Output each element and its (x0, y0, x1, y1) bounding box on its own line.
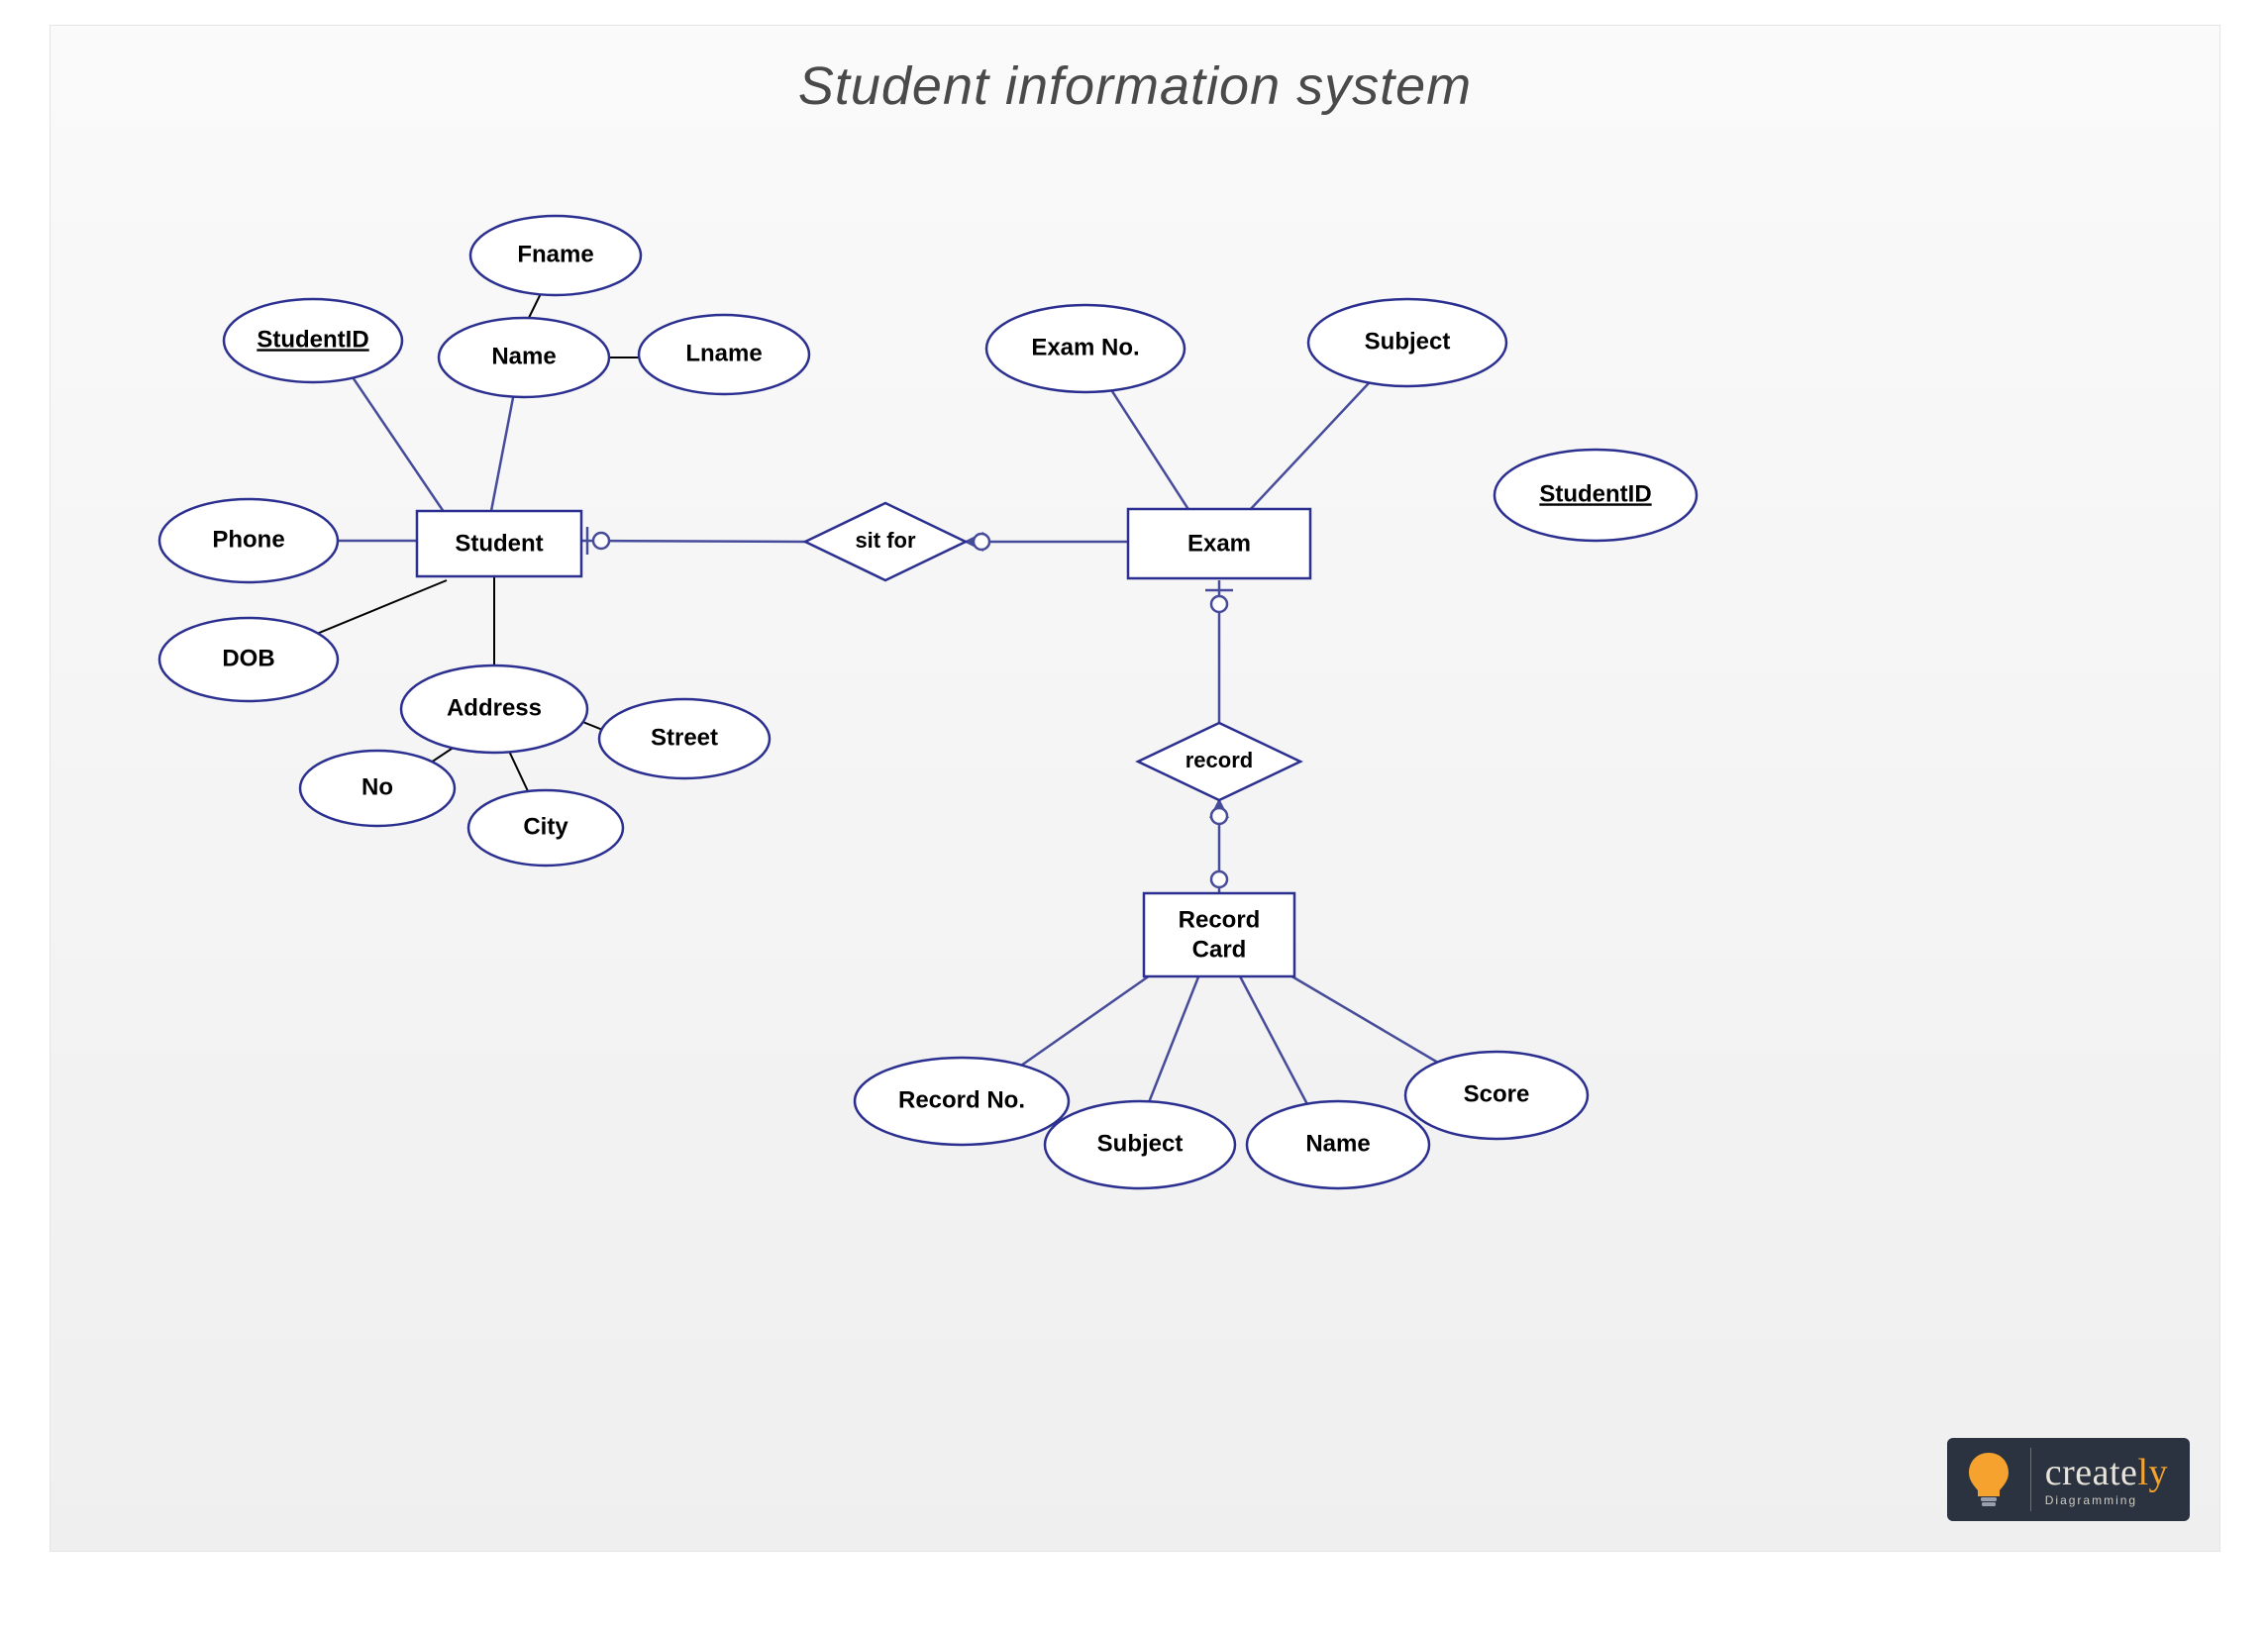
entity-student-label: Student (455, 530, 543, 557)
attr-address-street-label: Street (651, 724, 718, 751)
attr-student-dob-label: DOB (222, 645, 274, 671)
attr-rc-score-label: Score (1464, 1080, 1530, 1107)
edge-name-student (491, 382, 516, 511)
attr-student-studentid-label: StudentID (257, 326, 368, 353)
relationship-sitfor-label: sit for (855, 528, 916, 553)
attr-address-no-label: No (361, 773, 393, 800)
watermark-text: creately Diagramming (2031, 1438, 2190, 1521)
attr-student-lname-label: Lname (685, 340, 762, 366)
watermark-brand: creately (2045, 1454, 2168, 1491)
attr-student-fname-label: Fname (517, 241, 593, 267)
attr-student-address-label: Address (447, 694, 542, 721)
edge-exam-record (1205, 580, 1233, 723)
attr-exam-examno-label: Exam No. (1031, 334, 1139, 360)
attr-rc-recordno-label: Record No. (898, 1086, 1025, 1113)
diagram-canvas: Student information system (50, 25, 2220, 1552)
page: Student information system (0, 0, 2268, 1634)
watermark-tagline: Diagramming (2045, 1494, 2168, 1506)
edge-student-sitfor (581, 527, 805, 555)
attr-rc-subject-label: Subject (1097, 1130, 1184, 1157)
lightbulb-icon (1947, 1438, 2030, 1521)
attr-exam-subject-label: Subject (1365, 328, 1451, 355)
watermark-brand-b: ly (2137, 1452, 2168, 1493)
edge-sitfor-exam (966, 534, 1128, 550)
attr-student-name-label: Name (491, 343, 556, 369)
edge-rcname-recordcard (1239, 974, 1318, 1125)
relationship-record-label: record (1186, 748, 1253, 772)
attr-rc-name-label: Name (1305, 1130, 1370, 1157)
watermark-brand-a: create (2045, 1452, 2138, 1493)
creately-watermark: creately Diagramming (1947, 1438, 2190, 1521)
entity-recordcard-label2: Card (1192, 936, 1247, 963)
er-diagram-svg: Student StudentID Phone DOB Name Fname L… (51, 26, 2219, 1551)
edge-record-recordcard (1211, 800, 1227, 893)
attr-exam-studentid-label: StudentID (1539, 480, 1651, 507)
attr-address-city-label: City (523, 813, 568, 840)
attr-student-phone-label: Phone (212, 526, 284, 553)
entity-recordcard-label1: Record (1179, 906, 1261, 933)
entity-exam-label: Exam (1187, 530, 1251, 557)
